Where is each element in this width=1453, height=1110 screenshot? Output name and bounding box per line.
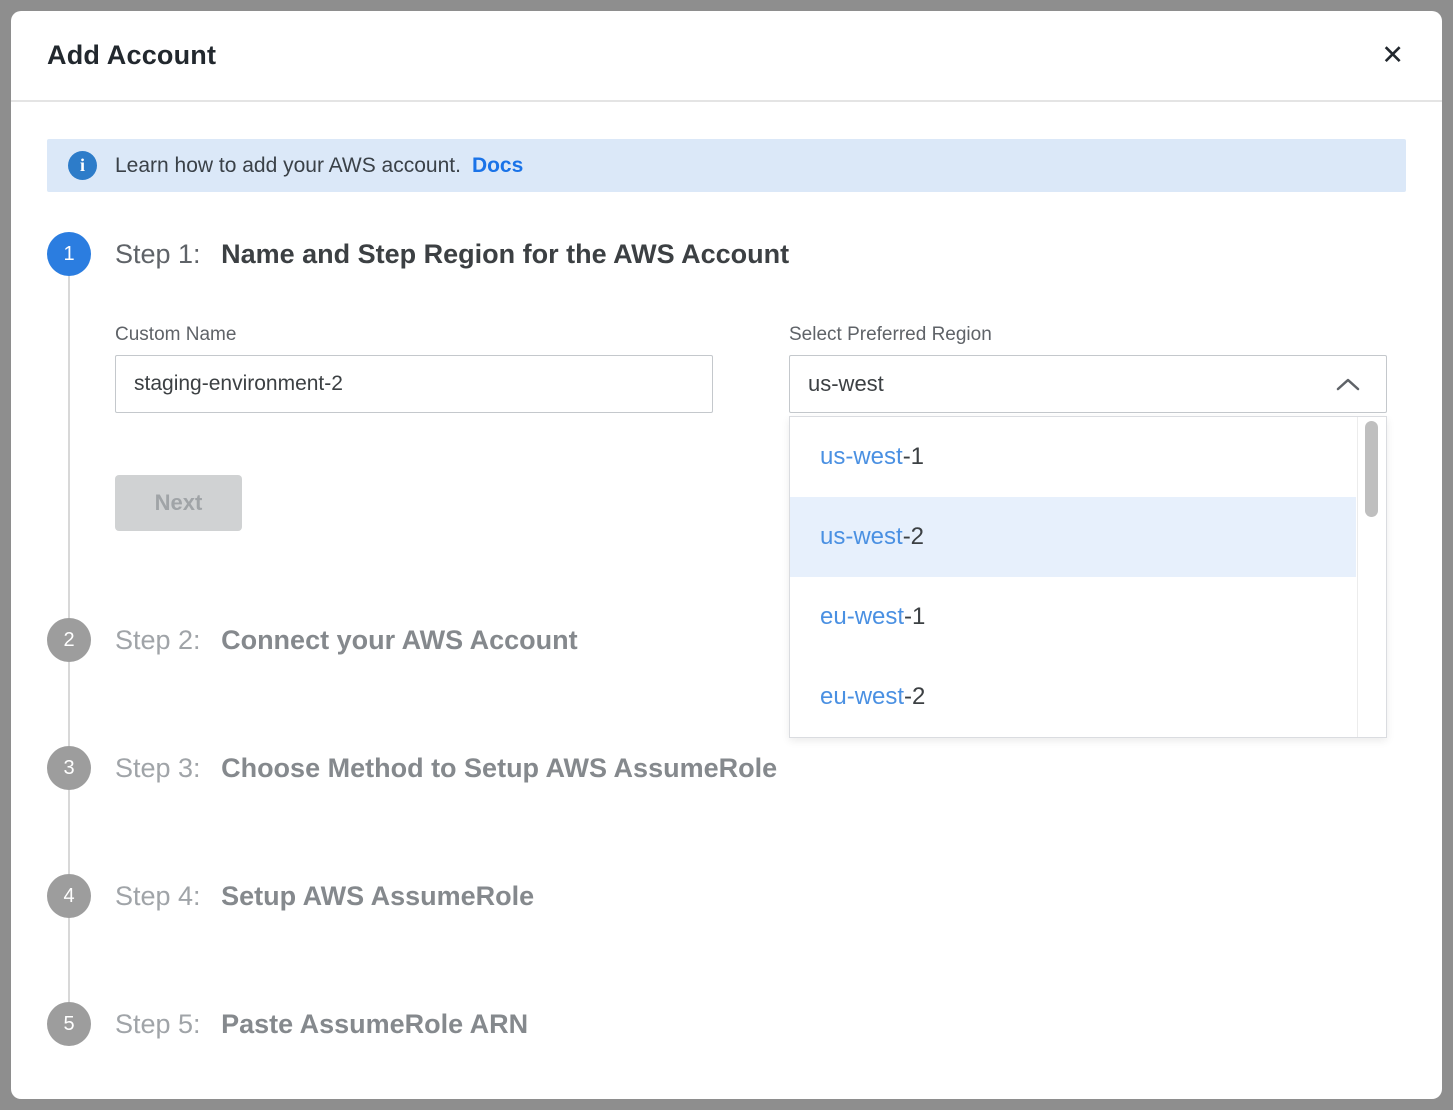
region-option-us-west-1[interactable]: us-west-1 <box>790 417 1356 497</box>
close-icon[interactable]: ✕ <box>1381 42 1404 69</box>
dropdown-scrollbar-track <box>1357 417 1386 737</box>
region-option-us-west-2[interactable]: us-west-2 <box>790 497 1356 577</box>
add-account-modal: Add Account ✕ i Learn how to add your AW… <box>11 11 1442 1099</box>
custom-name-label: Custom Name <box>115 324 713 346</box>
info-banner: i Learn how to add your AWS account. Doc… <box>47 139 1406 192</box>
banner-text: Learn how to add your AWS account. <box>115 154 461 178</box>
step-2-title: Connect your AWS Account <box>221 625 578 655</box>
modal-title: Add Account <box>47 40 216 71</box>
step-1-title: Name and Step Region for the AWS Account <box>221 239 789 269</box>
modal-content: i Learn how to add your AWS account. Doc… <box>11 139 1442 1097</box>
region-select[interactable]: us-west <box>789 355 1387 413</box>
region-field-group: Select Preferred Region us-west us-west-… <box>789 324 1387 413</box>
step-5-number-badge: 5 <box>47 1002 91 1046</box>
step-3-header: 3 Step 3: Choose Method to Setup AWS Ass… <box>47 746 1406 790</box>
next-button[interactable]: Next <box>115 475 242 531</box>
step-connector <box>68 918 1406 1002</box>
step-1-body: Custom Name Select Preferred Region us-w… <box>68 276 1406 618</box>
dropdown-scrollbar-thumb[interactable] <box>1365 421 1378 517</box>
docs-link[interactable]: Docs <box>472 154 523 178</box>
region-select-value: us-west <box>808 371 884 397</box>
step-1: 1 Step 1: Name and Step Region for the A… <box>47 232 1406 618</box>
step-3-number-badge: 3 <box>47 746 91 790</box>
step-connector <box>68 790 1406 874</box>
chevron-up-icon <box>1336 378 1360 391</box>
step-3-label: Step 3: <box>115 753 201 783</box>
step-1-label: Step 1: <box>115 239 201 269</box>
step-3-title: Choose Method to Setup AWS AssumeRole <box>221 753 777 783</box>
step-1-header: 1 Step 1: Name and Step Region for the A… <box>47 232 1406 276</box>
step-4-header: 4 Step 4: Setup AWS AssumeRole <box>47 874 1406 918</box>
step-4-label: Step 4: <box>115 881 201 911</box>
step-5: 5 Step 5: Paste AssumeRole ARN <box>47 1002 1406 1046</box>
modal-header: Add Account ✕ <box>11 11 1442 102</box>
step-4: 4 Step 4: Setup AWS AssumeRole <box>47 874 1406 1002</box>
step-2-number-badge: 2 <box>47 618 91 662</box>
region-option-eu-west-2[interactable]: eu-west-2 <box>790 657 1356 737</box>
region-option-eu-west-1[interactable]: eu-west-1 <box>790 577 1356 657</box>
step-4-title: Setup AWS AssumeRole <box>221 881 534 911</box>
custom-name-field-group: Custom Name <box>115 324 713 413</box>
step-5-label: Step 5: <box>115 1009 201 1039</box>
step-5-title: Paste AssumeRole ARN <box>221 1009 528 1039</box>
step-4-number-badge: 4 <box>47 874 91 918</box>
region-dropdown: us-west-1 us-west-2 eu-west-1 eu-west-2 <box>789 416 1387 738</box>
step-2-label: Step 2: <box>115 625 201 655</box>
info-icon: i <box>68 151 97 180</box>
step-1-number-badge: 1 <box>47 232 91 276</box>
region-label: Select Preferred Region <box>789 324 1387 346</box>
step-3: 3 Step 3: Choose Method to Setup AWS Ass… <box>47 746 1406 874</box>
custom-name-input[interactable] <box>115 355 713 413</box>
step-5-header: 5 Step 5: Paste AssumeRole ARN <box>47 1002 1406 1046</box>
